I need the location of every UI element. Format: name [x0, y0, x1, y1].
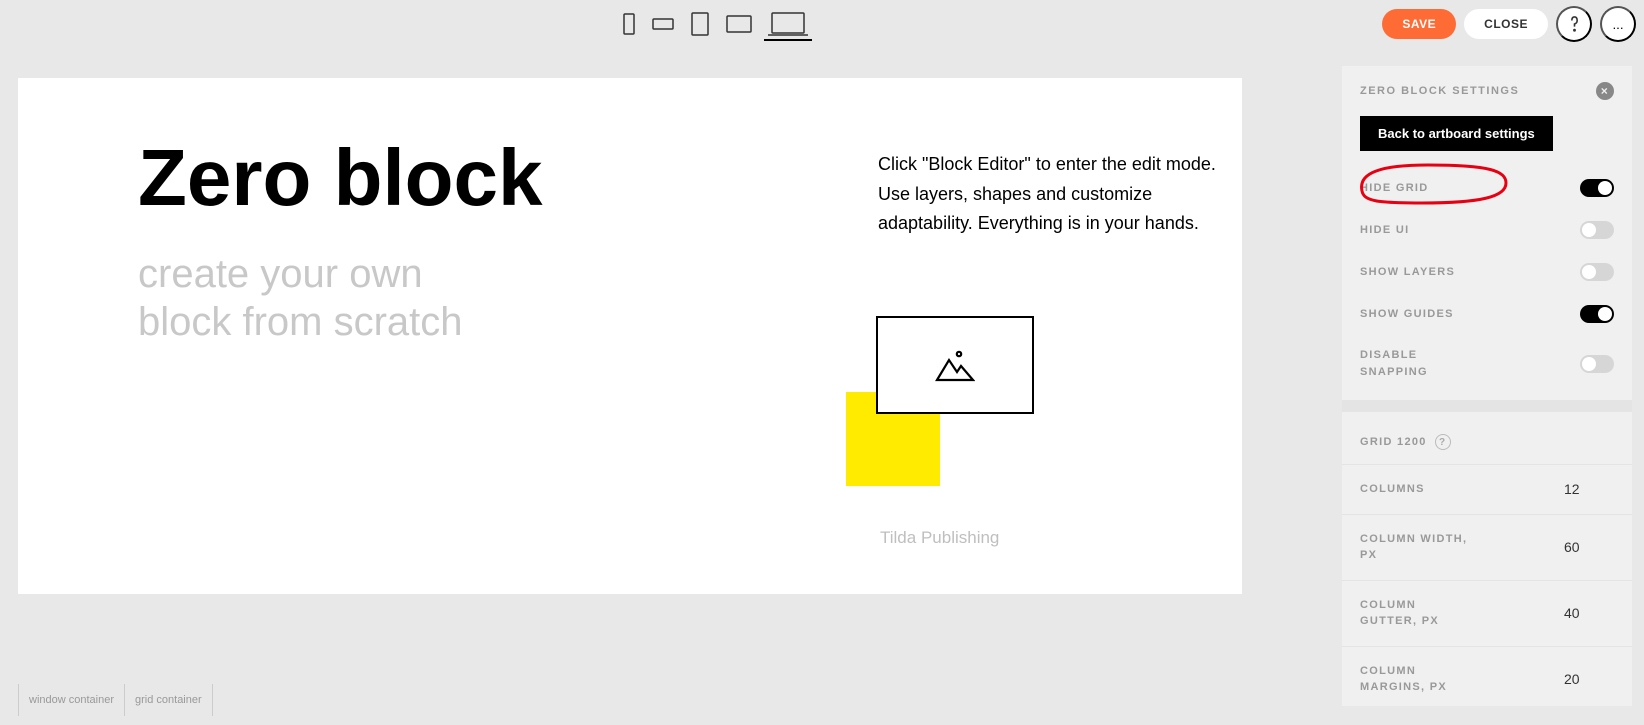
input-columns: COLUMNS: [1342, 464, 1632, 514]
toolbar-actions: SAVE CLOSE ...: [1382, 6, 1636, 42]
status-bar: window container grid container: [18, 675, 213, 725]
toggle-hide-ui: HIDE UI: [1342, 209, 1632, 251]
input-label: COLUMNS: [1360, 481, 1425, 498]
close-button[interactable]: CLOSE: [1464, 9, 1548, 39]
help-icon[interactable]: ?: [1435, 434, 1451, 450]
input-label: COLUMN WIDTH, PX: [1360, 531, 1470, 564]
mountain-icon: [935, 348, 975, 382]
hide-ui-toggle[interactable]: [1580, 221, 1614, 239]
tablet-landscape-icon[interactable]: [722, 10, 756, 38]
hide-grid-toggle[interactable]: [1580, 179, 1614, 197]
tablet-portrait-icon[interactable]: [686, 8, 714, 40]
toggle-disable-snapping: DISABLE SNAPPING: [1342, 335, 1632, 392]
desktop-icon[interactable]: [764, 7, 812, 41]
help-button[interactable]: [1556, 6, 1592, 42]
close-icon: ×: [1601, 84, 1610, 98]
input-column-width: COLUMN WIDTH, PX: [1342, 514, 1632, 580]
artboard-credit: Tilda Publishing: [880, 528, 999, 548]
show-guides-toggle[interactable]: [1580, 305, 1614, 323]
more-button[interactable]: ...: [1600, 6, 1636, 42]
artboard-description: Click "Block Editor" to enter the edit m…: [878, 150, 1238, 239]
artboard-subtitle: create your own block from scratch: [138, 250, 1242, 346]
toggle-hide-grid: HIDE GRID: [1342, 167, 1632, 209]
panel-title: ZERO BLOCK SETTINGS: [1360, 85, 1519, 97]
toggle-label: DISABLE SNAPPING: [1360, 347, 1470, 380]
status-window-container[interactable]: window container: [18, 684, 124, 716]
status-grid-container[interactable]: grid container: [124, 684, 213, 716]
save-button[interactable]: SAVE: [1382, 9, 1456, 39]
toggle-label: HIDE GRID: [1360, 180, 1429, 197]
toggle-label: SHOW GUIDES: [1360, 306, 1454, 323]
toggle-label: HIDE UI: [1360, 222, 1409, 239]
toggle-show-layers: SHOW LAYERS: [1342, 251, 1632, 293]
back-to-artboard-button[interactable]: Back to artboard settings: [1360, 116, 1553, 151]
column-width-input[interactable]: [1564, 539, 1614, 555]
columns-input[interactable]: [1564, 481, 1614, 497]
artboard[interactable]: Zero block create your own block from sc…: [18, 78, 1242, 594]
settings-panel: ZERO BLOCK SETTINGS × Back to artboard s…: [1342, 66, 1632, 706]
panel-divider: [1342, 400, 1632, 412]
input-label: COLUMN GUTTER, PX: [1360, 597, 1470, 630]
top-toolbar: SAVE CLOSE ...: [0, 0, 1644, 48]
ellipsis-icon: ...: [1612, 17, 1623, 32]
phone-landscape-icon[interactable]: [648, 13, 678, 35]
toggle-label: SHOW LAYERS: [1360, 264, 1455, 281]
toggle-show-guides: SHOW GUIDES: [1342, 293, 1632, 335]
input-column-gutter: COLUMN GUTTER, PX: [1342, 580, 1632, 646]
phone-portrait-icon[interactable]: [618, 9, 640, 39]
device-switcher: [618, 7, 812, 41]
panel-header: ZERO BLOCK SETTINGS ×: [1342, 66, 1632, 116]
show-layers-toggle[interactable]: [1580, 263, 1614, 281]
image-placeholder: [876, 316, 1034, 414]
close-panel-button[interactable]: ×: [1596, 82, 1614, 100]
disable-snapping-toggle[interactable]: [1580, 355, 1614, 373]
input-label: COLUMN MARGINS, PX: [1360, 663, 1470, 696]
column-gutter-input[interactable]: [1564, 605, 1614, 621]
column-margins-input[interactable]: [1564, 671, 1614, 687]
grid-heading: GRID 1200 ?: [1342, 420, 1632, 464]
input-column-margins: COLUMN MARGINS, PX: [1342, 646, 1632, 707]
